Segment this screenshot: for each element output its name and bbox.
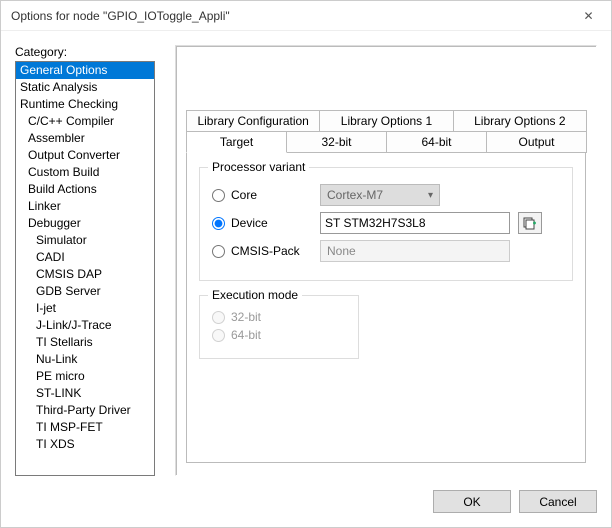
dialog-body: Category: General Options Static Analysi… xyxy=(1,31,611,480)
category-item-third-party-driver[interactable]: Third-Party Driver xyxy=(16,402,154,419)
cancel-button[interactable]: Cancel xyxy=(519,490,597,513)
tab-library-configuration[interactable]: Library Configuration xyxy=(186,110,320,131)
tab-row-top: Library Configuration Library Options 1 … xyxy=(186,110,586,131)
execution-mode-group: Execution mode 32-bit 64-bit xyxy=(199,295,359,359)
category-item-i-jet[interactable]: I-jet xyxy=(16,300,154,317)
tab-32bit[interactable]: 32-bit xyxy=(286,131,387,153)
tab-target[interactable]: Target xyxy=(186,131,287,153)
category-item-c-cpp-compiler[interactable]: C/C++ Compiler xyxy=(16,113,154,130)
core-row: Core Cortex-M7 ▾ xyxy=(212,184,560,206)
category-item-nu-link[interactable]: Nu-Link xyxy=(16,351,154,368)
category-item-runtime-checking[interactable]: Runtime Checking xyxy=(16,96,154,113)
close-icon: ✕ xyxy=(583,9,593,23)
execution-mode-legend: Execution mode xyxy=(208,288,302,302)
category-item-cadi[interactable]: CADI xyxy=(16,249,154,266)
category-item-gdb-server[interactable]: GDB Server xyxy=(16,283,154,300)
cmsis-value: None xyxy=(327,244,356,258)
category-item-cmsis-dap[interactable]: CMSIS DAP xyxy=(16,266,154,283)
category-item-pe-micro[interactable]: PE micro xyxy=(16,368,154,385)
category-item-static-analysis[interactable]: Static Analysis xyxy=(16,79,154,96)
close-button[interactable]: ✕ xyxy=(566,1,611,31)
cmsis-value-field: None xyxy=(320,240,510,262)
core-label: Core xyxy=(231,188,257,202)
core-select: Cortex-M7 ▾ xyxy=(320,184,440,206)
tab-library-options-1[interactable]: Library Options 1 xyxy=(319,110,453,131)
window-title: Options for node "GPIO_IOToggle_Appli" xyxy=(11,9,230,23)
ok-button[interactable]: OK xyxy=(433,490,511,513)
device-radio[interactable] xyxy=(212,217,225,230)
core-radio-label[interactable]: Core xyxy=(212,188,312,202)
category-item-general-options[interactable]: General Options xyxy=(16,62,154,79)
device-label: Device xyxy=(231,216,268,230)
category-item-simulator[interactable]: Simulator xyxy=(16,232,154,249)
options-panel: Library Configuration Library Options 1 … xyxy=(175,45,597,476)
exec-32-radio xyxy=(212,311,225,324)
ok-label: OK xyxy=(463,495,480,509)
category-item-build-actions[interactable]: Build Actions xyxy=(16,181,154,198)
cmsis-label: CMSIS-Pack xyxy=(231,244,300,258)
device-input[interactable] xyxy=(320,212,510,234)
category-item-jlink-jtrace[interactable]: J-Link/J-Trace xyxy=(16,317,154,334)
category-item-assembler[interactable]: Assembler xyxy=(16,130,154,147)
category-label: Category: xyxy=(15,45,155,59)
category-column: Category: General Options Static Analysi… xyxy=(15,45,155,476)
tab-output[interactable]: Output xyxy=(486,131,587,153)
category-listbox[interactable]: General Options Static Analysis Runtime … xyxy=(15,61,155,476)
tab-64bit[interactable]: 64-bit xyxy=(386,131,487,153)
cancel-label: Cancel xyxy=(539,495,576,509)
exec-64-radio xyxy=(212,329,225,342)
chevron-down-icon: ▾ xyxy=(428,190,433,201)
exec-64-label: 64-bit xyxy=(231,328,261,342)
exec-32-row: 32-bit xyxy=(212,310,346,324)
category-item-custom-build[interactable]: Custom Build xyxy=(16,164,154,181)
device-radio-label[interactable]: Device xyxy=(212,216,312,230)
tab-library-options-2[interactable]: Library Options 2 xyxy=(453,110,587,131)
cmsis-radio[interactable] xyxy=(212,245,225,258)
core-value: Cortex-M7 xyxy=(327,188,383,202)
core-radio[interactable] xyxy=(212,189,225,202)
category-item-ti-msp-fet[interactable]: TI MSP-FET xyxy=(16,419,154,436)
category-item-ti-xds[interactable]: TI XDS xyxy=(16,436,154,453)
processor-variant-legend: Processor variant xyxy=(208,160,309,174)
category-item-output-converter[interactable]: Output Converter xyxy=(16,147,154,164)
tab-container: Library Configuration Library Options 1 … xyxy=(186,110,586,463)
dialog-footer: OK Cancel xyxy=(1,480,611,527)
device-browse-button[interactable] xyxy=(518,212,542,234)
cmsis-row: CMSIS-Pack None xyxy=(212,240,560,262)
category-item-debugger[interactable]: Debugger xyxy=(16,215,154,232)
category-item-ti-stellaris[interactable]: TI Stellaris xyxy=(16,334,154,351)
tab-panel-target: Processor variant Core Cortex-M7 ▾ xyxy=(186,153,586,463)
titlebar: Options for node "GPIO_IOToggle_Appli" ✕ xyxy=(1,1,611,31)
device-row: Device xyxy=(212,212,560,234)
tab-row-bottom: Target 32-bit 64-bit Output xyxy=(186,131,586,153)
processor-variant-group: Processor variant Core Cortex-M7 ▾ xyxy=(199,167,573,281)
cmsis-radio-label[interactable]: CMSIS-Pack xyxy=(212,244,312,258)
exec-32-label: 32-bit xyxy=(231,310,261,324)
browse-icon xyxy=(523,216,537,230)
exec-64-row: 64-bit xyxy=(212,328,346,342)
category-item-linker[interactable]: Linker xyxy=(16,198,154,215)
category-item-st-link[interactable]: ST-LINK xyxy=(16,385,154,402)
options-dialog: Options for node "GPIO_IOToggle_Appli" ✕… xyxy=(0,0,612,528)
